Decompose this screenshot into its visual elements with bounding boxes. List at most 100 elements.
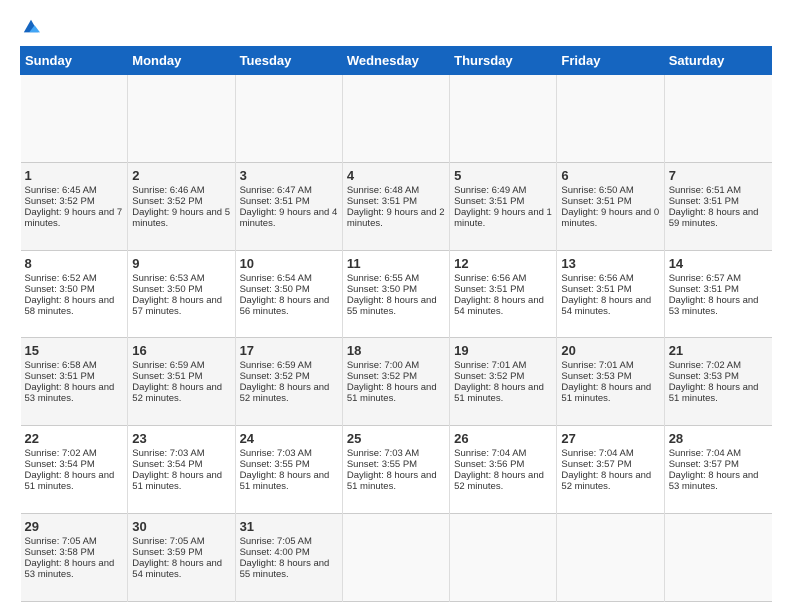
daylight-text: Daylight: 8 hours and 53 minutes. — [25, 558, 124, 580]
calendar-cell: 27Sunrise: 7:04 AMSunset: 3:57 PMDayligh… — [557, 426, 664, 514]
calendar-cell: 20Sunrise: 7:01 AMSunset: 3:53 PMDayligh… — [557, 338, 664, 426]
sunset-text: Sunset: 4:00 PM — [240, 547, 338, 558]
calendar-cell: 13Sunrise: 6:56 AMSunset: 3:51 PMDayligh… — [557, 250, 664, 338]
day-number: 14 — [669, 256, 768, 271]
calendar-cell: 17Sunrise: 6:59 AMSunset: 3:52 PMDayligh… — [235, 338, 342, 426]
calendar-cell — [128, 75, 235, 163]
sunset-text: Sunset: 3:52 PM — [347, 371, 445, 382]
day-number: 11 — [347, 256, 445, 271]
daylight-text: Daylight: 8 hours and 51 minutes. — [347, 470, 445, 492]
calendar-cell: 23Sunrise: 7:03 AMSunset: 3:54 PMDayligh… — [128, 426, 235, 514]
calendar-cell: 24Sunrise: 7:03 AMSunset: 3:55 PMDayligh… — [235, 426, 342, 514]
header — [20, 18, 772, 36]
sunrise-text: Sunrise: 6:55 AM — [347, 273, 445, 284]
week-row-2: 8Sunrise: 6:52 AMSunset: 3:50 PMDaylight… — [21, 250, 772, 338]
calendar-cell: 4Sunrise: 6:48 AMSunset: 3:51 PMDaylight… — [342, 162, 449, 250]
sunset-text: Sunset: 3:54 PM — [132, 459, 230, 470]
day-number: 1 — [25, 168, 124, 183]
sunrise-text: Sunrise: 7:01 AM — [561, 360, 659, 371]
sunset-text: Sunset: 3:50 PM — [25, 284, 124, 295]
day-number: 18 — [347, 343, 445, 358]
sunrise-text: Sunrise: 6:58 AM — [25, 360, 124, 371]
sunrise-text: Sunrise: 7:01 AM — [454, 360, 552, 371]
sunset-text: Sunset: 3:58 PM — [25, 547, 124, 558]
week-row-3: 15Sunrise: 6:58 AMSunset: 3:51 PMDayligh… — [21, 338, 772, 426]
sunrise-text: Sunrise: 6:51 AM — [669, 185, 768, 196]
daylight-text: Daylight: 8 hours and 51 minutes. — [561, 382, 659, 404]
sunset-text: Sunset: 3:52 PM — [25, 196, 124, 207]
daylight-text: Daylight: 8 hours and 54 minutes. — [454, 295, 552, 317]
sunrise-text: Sunrise: 7:05 AM — [132, 536, 230, 547]
sunrise-text: Sunrise: 7:05 AM — [240, 536, 338, 547]
sunrise-text: Sunrise: 7:00 AM — [347, 360, 445, 371]
sunrise-text: Sunrise: 6:45 AM — [25, 185, 124, 196]
calendar-cell — [664, 75, 771, 163]
sunrise-text: Sunrise: 7:05 AM — [25, 536, 124, 547]
sunset-text: Sunset: 3:52 PM — [132, 196, 230, 207]
sunrise-text: Sunrise: 6:50 AM — [561, 185, 659, 196]
day-number: 22 — [25, 431, 124, 446]
daylight-text: Daylight: 8 hours and 54 minutes. — [132, 558, 230, 580]
daylight-text: Daylight: 8 hours and 58 minutes. — [25, 295, 124, 317]
day-number: 23 — [132, 431, 230, 446]
calendar-cell: 21Sunrise: 7:02 AMSunset: 3:53 PMDayligh… — [664, 338, 771, 426]
calendar-cell: 28Sunrise: 7:04 AMSunset: 3:57 PMDayligh… — [664, 426, 771, 514]
sunset-text: Sunset: 3:52 PM — [454, 371, 552, 382]
day-number: 29 — [25, 519, 124, 534]
calendar-cell: 16Sunrise: 6:59 AMSunset: 3:51 PMDayligh… — [128, 338, 235, 426]
sunrise-text: Sunrise: 6:46 AM — [132, 185, 230, 196]
sunrise-text: Sunrise: 6:53 AM — [132, 273, 230, 284]
sunrise-text: Sunrise: 6:49 AM — [454, 185, 552, 196]
sunrise-text: Sunrise: 7:03 AM — [132, 448, 230, 459]
day-number: 10 — [240, 256, 338, 271]
day-number: 17 — [240, 343, 338, 358]
sunrise-text: Sunrise: 6:47 AM — [240, 185, 338, 196]
header-row: SundayMondayTuesdayWednesdayThursdayFrid… — [21, 47, 772, 75]
daylight-text: Daylight: 8 hours and 53 minutes. — [25, 382, 124, 404]
daylight-text: Daylight: 8 hours and 51 minutes. — [347, 382, 445, 404]
daylight-text: Daylight: 9 hours and 7 minutes. — [25, 207, 124, 229]
day-header-thursday: Thursday — [450, 47, 557, 75]
daylight-text: Daylight: 8 hours and 51 minutes. — [454, 382, 552, 404]
calendar-cell: 3Sunrise: 6:47 AMSunset: 3:51 PMDaylight… — [235, 162, 342, 250]
sunset-text: Sunset: 3:51 PM — [132, 371, 230, 382]
day-number: 24 — [240, 431, 338, 446]
calendar-cell: 9Sunrise: 6:53 AMSunset: 3:50 PMDaylight… — [128, 250, 235, 338]
day-number: 30 — [132, 519, 230, 534]
logo-icon — [22, 18, 40, 36]
sunset-text: Sunset: 3:59 PM — [132, 547, 230, 558]
calendar-cell: 19Sunrise: 7:01 AMSunset: 3:52 PMDayligh… — [450, 338, 557, 426]
day-number: 13 — [561, 256, 659, 271]
calendar-cell — [342, 514, 449, 602]
sunrise-text: Sunrise: 6:59 AM — [132, 360, 230, 371]
calendar-cell — [450, 75, 557, 163]
calendar-cell: 15Sunrise: 6:58 AMSunset: 3:51 PMDayligh… — [21, 338, 128, 426]
calendar-cell: 31Sunrise: 7:05 AMSunset: 4:00 PMDayligh… — [235, 514, 342, 602]
sunset-text: Sunset: 3:51 PM — [454, 196, 552, 207]
day-number: 25 — [347, 431, 445, 446]
calendar-page: SundayMondayTuesdayWednesdayThursdayFrid… — [0, 0, 792, 612]
day-header-monday: Monday — [128, 47, 235, 75]
sunset-text: Sunset: 3:50 PM — [132, 284, 230, 295]
day-number: 31 — [240, 519, 338, 534]
daylight-text: Daylight: 8 hours and 52 minutes. — [132, 382, 230, 404]
calendar-cell: 29 Sunrise: 7:05 AMSunset: 3:58 PMDayligh… — [21, 514, 128, 602]
daylight-text: Daylight: 8 hours and 59 minutes. — [669, 207, 768, 229]
sunset-text: Sunset: 3:53 PM — [669, 371, 768, 382]
calendar-cell: 12Sunrise: 6:56 AMSunset: 3:51 PMDayligh… — [450, 250, 557, 338]
calendar-cell: 11Sunrise: 6:55 AMSunset: 3:50 PMDayligh… — [342, 250, 449, 338]
day-number: 12 — [454, 256, 552, 271]
week-row-5: 29Sunrise: 7:05 AMSunset: 3:58 PMDayligh… — [21, 514, 772, 602]
day-number: 28 — [669, 431, 768, 446]
daylight-text: Daylight: 8 hours and 54 minutes. — [561, 295, 659, 317]
sunrise-text: Sunrise: 6:54 AM — [240, 273, 338, 284]
sunset-text: Sunset: 3:55 PM — [347, 459, 445, 470]
week-row-1: 1Sunrise: 6:45 AMSunset: 3:52 PMDaylight… — [21, 162, 772, 250]
calendar-cell — [664, 514, 771, 602]
sunrise-text: Sunrise: 6:48 AM — [347, 185, 445, 196]
sunset-text: Sunset: 3:50 PM — [240, 284, 338, 295]
calendar-cell — [450, 514, 557, 602]
day-number: 2 — [132, 168, 230, 183]
sunrise-text: Sunrise: 7:04 AM — [561, 448, 659, 459]
week-row-0 — [21, 75, 772, 163]
